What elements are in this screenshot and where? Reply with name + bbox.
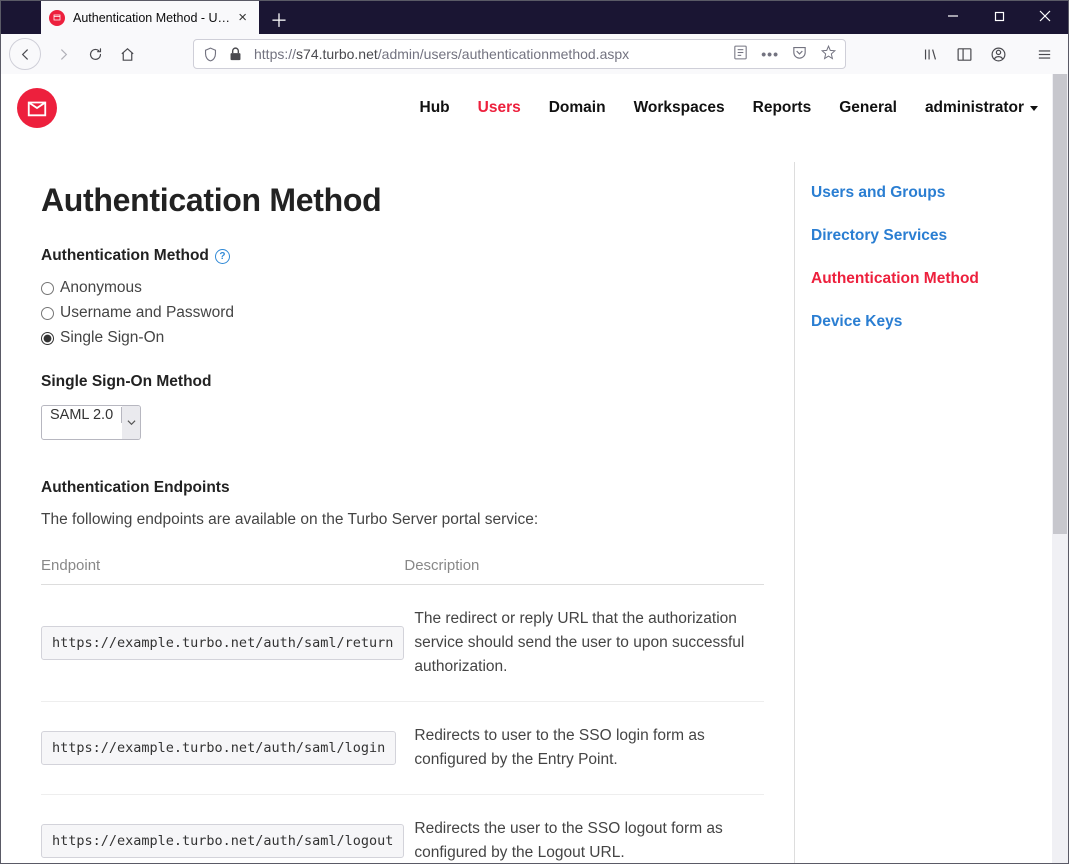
- page-title: Authentication Method: [41, 182, 764, 219]
- url-bar[interactable]: https://s74.turbo.net/admin/users/authen…: [193, 39, 846, 69]
- endpoints-sub: The following endpoints are available on…: [41, 511, 764, 529]
- lock-icon[interactable]: [227, 46, 244, 63]
- nav-general[interactable]: General: [839, 99, 897, 117]
- forward-button[interactable]: [47, 38, 79, 70]
- side-device-keys[interactable]: Device Keys: [811, 313, 1034, 331]
- page-actions-icon[interactable]: •••: [761, 46, 779, 62]
- browser-toolbar: https://s74.turbo.net/admin/users/authen…: [1, 34, 1068, 75]
- url-text: https://s74.turbo.net/admin/users/authen…: [254, 46, 732, 62]
- page-viewport: Hub Users Domain Workspaces Reports Gene…: [1, 74, 1068, 863]
- nav-admin-dropdown[interactable]: administrator: [925, 99, 1038, 117]
- window-titlebar: Authentication Method - Users × ＋: [1, 1, 1068, 34]
- endpoint-url[interactable]: https://example.turbo.net/auth/saml/logo…: [41, 824, 404, 858]
- menu-icon[interactable]: [1028, 38, 1060, 70]
- chevron-down-icon: [122, 406, 140, 439]
- endpoint-url[interactable]: https://example.turbo.net/auth/saml/retu…: [41, 626, 404, 660]
- main-column: Authentication Method Authentication Met…: [41, 162, 764, 863]
- reload-button[interactable]: [79, 38, 111, 70]
- app-nav: Hub Users Domain Workspaces Reports Gene…: [420, 99, 1049, 117]
- pocket-icon[interactable]: [791, 44, 808, 64]
- table-row: https://example.turbo.net/auth/saml/logo…: [41, 795, 764, 863]
- sidebar-icon[interactable]: [948, 38, 980, 70]
- home-button[interactable]: [111, 38, 143, 70]
- help-icon[interactable]: ?: [215, 249, 230, 264]
- auth-method-radios: Anonymous Username and Password Single S…: [41, 279, 764, 347]
- sso-method-select[interactable]: SAML 2.0: [41, 405, 141, 440]
- radio-userpass[interactable]: Username and Password: [41, 304, 764, 322]
- browser-tab[interactable]: Authentication Method - Users ×: [41, 1, 259, 34]
- endpoint-desc: The redirect or reply URL that the autho…: [404, 585, 764, 702]
- tab-close-icon[interactable]: ×: [234, 9, 251, 26]
- sso-method-value: SAML 2.0: [42, 407, 122, 423]
- side-users-groups[interactable]: Users and Groups: [811, 184, 1034, 202]
- new-tab-button[interactable]: ＋: [265, 6, 293, 34]
- table-row: https://example.turbo.net/auth/saml/retu…: [41, 585, 764, 702]
- window-close-button[interactable]: [1022, 1, 1068, 31]
- library-icon[interactable]: [914, 38, 946, 70]
- nav-workspaces[interactable]: Workspaces: [634, 99, 725, 117]
- auth-method-label: Authentication Method ?: [41, 247, 764, 265]
- account-icon[interactable]: [982, 38, 1014, 70]
- tracking-shield-icon[interactable]: [202, 46, 219, 63]
- endpoints-label: Authentication Endpoints: [41, 479, 764, 497]
- nav-reports[interactable]: Reports: [753, 99, 812, 117]
- side-directory-services[interactable]: Directory Services: [811, 227, 1034, 245]
- reader-mode-icon[interactable]: [732, 44, 749, 64]
- radio-anonymous[interactable]: Anonymous: [41, 279, 764, 297]
- tab-title: Authentication Method - Users: [73, 11, 234, 25]
- turbo-logo[interactable]: [17, 88, 57, 128]
- scrollbar-thumb[interactable]: [1053, 74, 1067, 534]
- turbo-favicon: [49, 10, 65, 26]
- scrollbar[interactable]: [1052, 74, 1068, 863]
- col-description: Description: [404, 547, 764, 585]
- table-row: https://example.turbo.net/auth/saml/logi…: [41, 702, 764, 795]
- back-button[interactable]: [9, 38, 41, 70]
- endpoints-table: Endpoint Description https://example.tur…: [41, 547, 764, 863]
- window-minimize-button[interactable]: [930, 1, 976, 31]
- endpoint-url[interactable]: https://example.turbo.net/auth/saml/logi…: [41, 731, 396, 765]
- radio-sso[interactable]: Single Sign-On: [41, 329, 764, 347]
- bookmark-icon[interactable]: [820, 44, 837, 64]
- page-content: Authentication Method Authentication Met…: [1, 142, 1068, 863]
- window-maximize-button[interactable]: [976, 1, 1022, 31]
- side-nav: Users and Groups Directory Services Auth…: [794, 162, 1034, 863]
- sso-method-label: Single Sign-On Method: [41, 373, 764, 391]
- col-endpoint: Endpoint: [41, 547, 404, 585]
- endpoint-desc: Redirects the user to the SSO logout for…: [404, 795, 764, 863]
- window-controls: [930, 1, 1068, 31]
- tab-strip: Authentication Method - Users × ＋: [41, 1, 293, 34]
- nav-hub[interactable]: Hub: [420, 99, 450, 117]
- nav-users[interactable]: Users: [478, 99, 521, 117]
- nav-domain[interactable]: Domain: [549, 99, 606, 117]
- endpoint-desc: Redirects to user to the SSO login form …: [404, 702, 764, 795]
- app-header: Hub Users Domain Workspaces Reports Gene…: [1, 74, 1068, 142]
- nav-admin-label: administrator: [925, 99, 1024, 117]
- caret-down-icon: [1030, 106, 1038, 111]
- side-auth-method[interactable]: Authentication Method: [811, 270, 1034, 288]
